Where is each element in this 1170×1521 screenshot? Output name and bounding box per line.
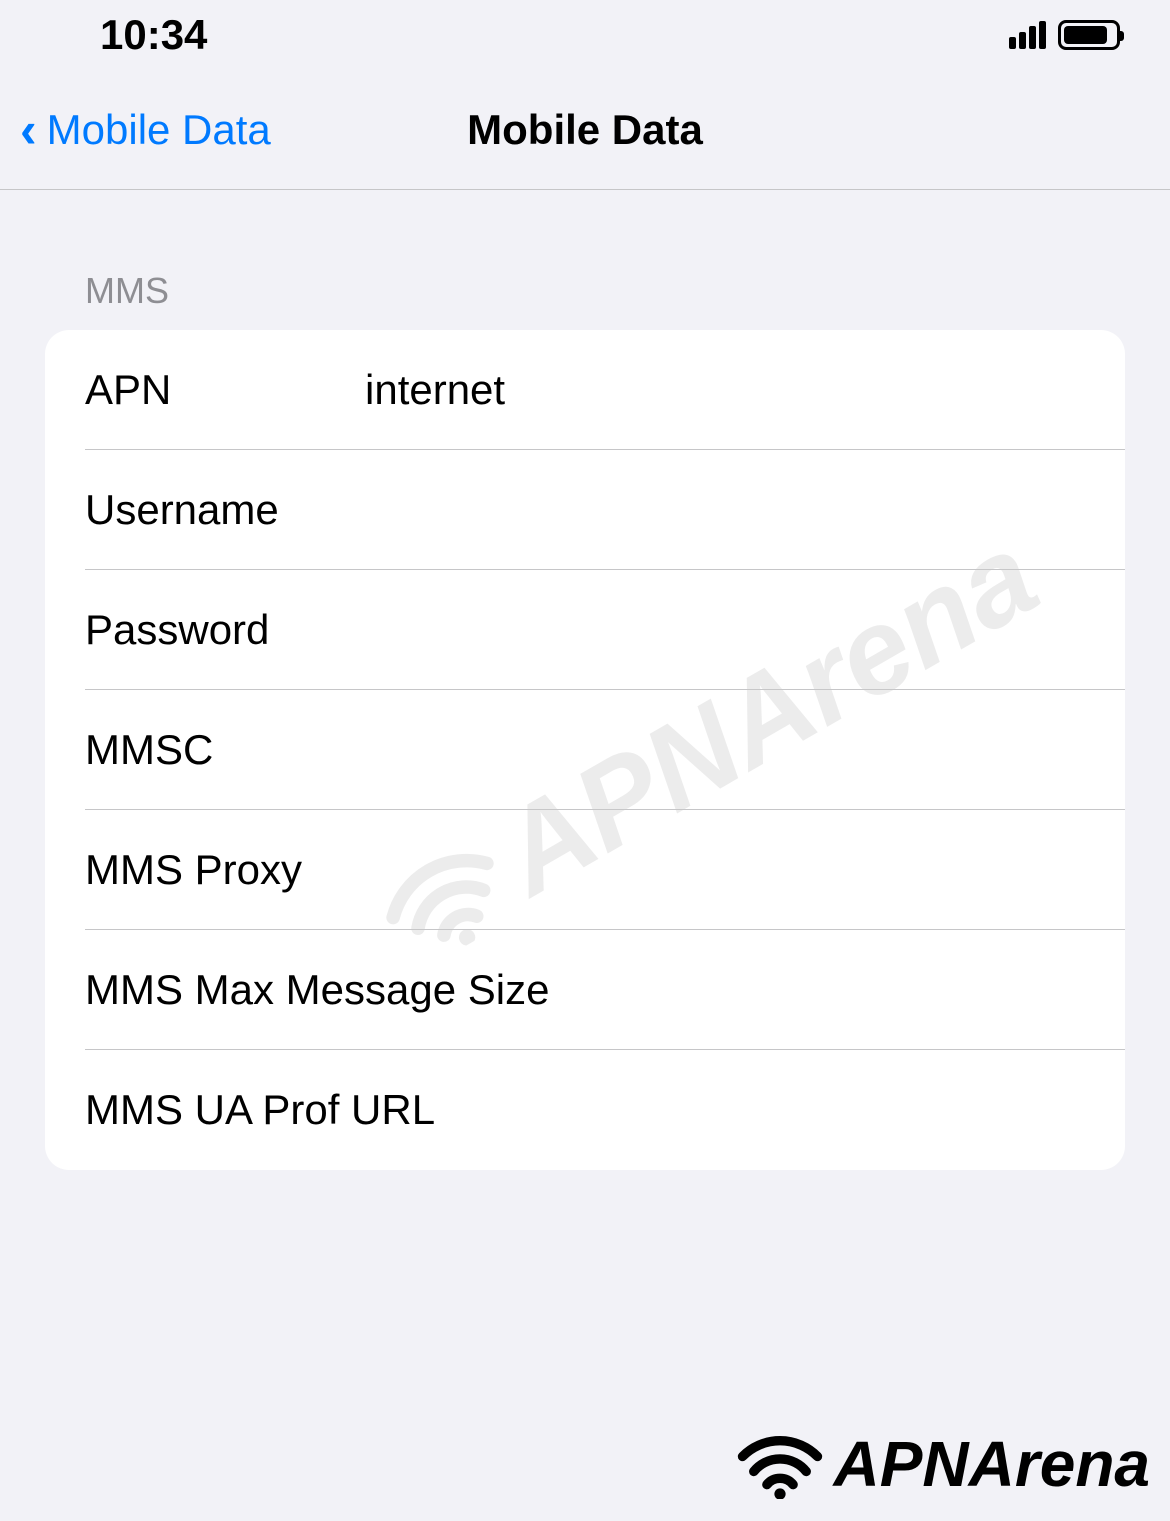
- back-label: Mobile Data: [47, 106, 271, 154]
- label-mms-proxy: MMS Proxy: [85, 846, 302, 894]
- label-apn: APN: [85, 366, 365, 414]
- back-button[interactable]: ‹ Mobile Data: [0, 101, 271, 159]
- status-time: 10:34: [100, 11, 207, 59]
- row-username[interactable]: Username: [45, 450, 1125, 570]
- navigation-bar: ‹ Mobile Data Mobile Data: [0, 70, 1170, 190]
- footer-logo: APNArena: [735, 1427, 1150, 1501]
- battery-icon: [1058, 20, 1120, 50]
- input-username[interactable]: [365, 486, 1085, 534]
- input-mmsc[interactable]: [365, 726, 1085, 774]
- wifi-icon: [735, 1429, 825, 1499]
- input-apn[interactable]: [365, 366, 1085, 414]
- input-mms-max[interactable]: [549, 966, 1090, 1014]
- label-mms-max: MMS Max Message Size: [85, 966, 549, 1014]
- label-mms-ua: MMS UA Prof URL: [85, 1086, 435, 1134]
- status-bar: 10:34: [0, 0, 1170, 70]
- settings-group: APN Username Password MMSC MMS Proxy MMS…: [45, 330, 1125, 1170]
- section-header-mms: MMS: [45, 270, 1125, 312]
- label-password: Password: [85, 606, 365, 654]
- row-mms-ua[interactable]: MMS UA Prof URL: [45, 1050, 1125, 1170]
- cellular-signal-icon: [1009, 21, 1046, 49]
- label-username: Username: [85, 486, 365, 534]
- input-password[interactable]: [365, 606, 1085, 654]
- row-mmsc[interactable]: MMSC: [45, 690, 1125, 810]
- row-mms-max[interactable]: MMS Max Message Size: [45, 930, 1125, 1050]
- label-mmsc: MMSC: [85, 726, 365, 774]
- status-icons: [1009, 20, 1120, 50]
- row-apn[interactable]: APN: [45, 330, 1125, 450]
- row-password[interactable]: Password: [45, 570, 1125, 690]
- chevron-left-icon: ‹: [20, 101, 37, 159]
- row-mms-proxy[interactable]: MMS Proxy: [45, 810, 1125, 930]
- page-title: Mobile Data: [467, 106, 703, 154]
- input-mms-proxy[interactable]: [302, 846, 1085, 894]
- input-mms-ua[interactable]: [435, 1086, 1085, 1134]
